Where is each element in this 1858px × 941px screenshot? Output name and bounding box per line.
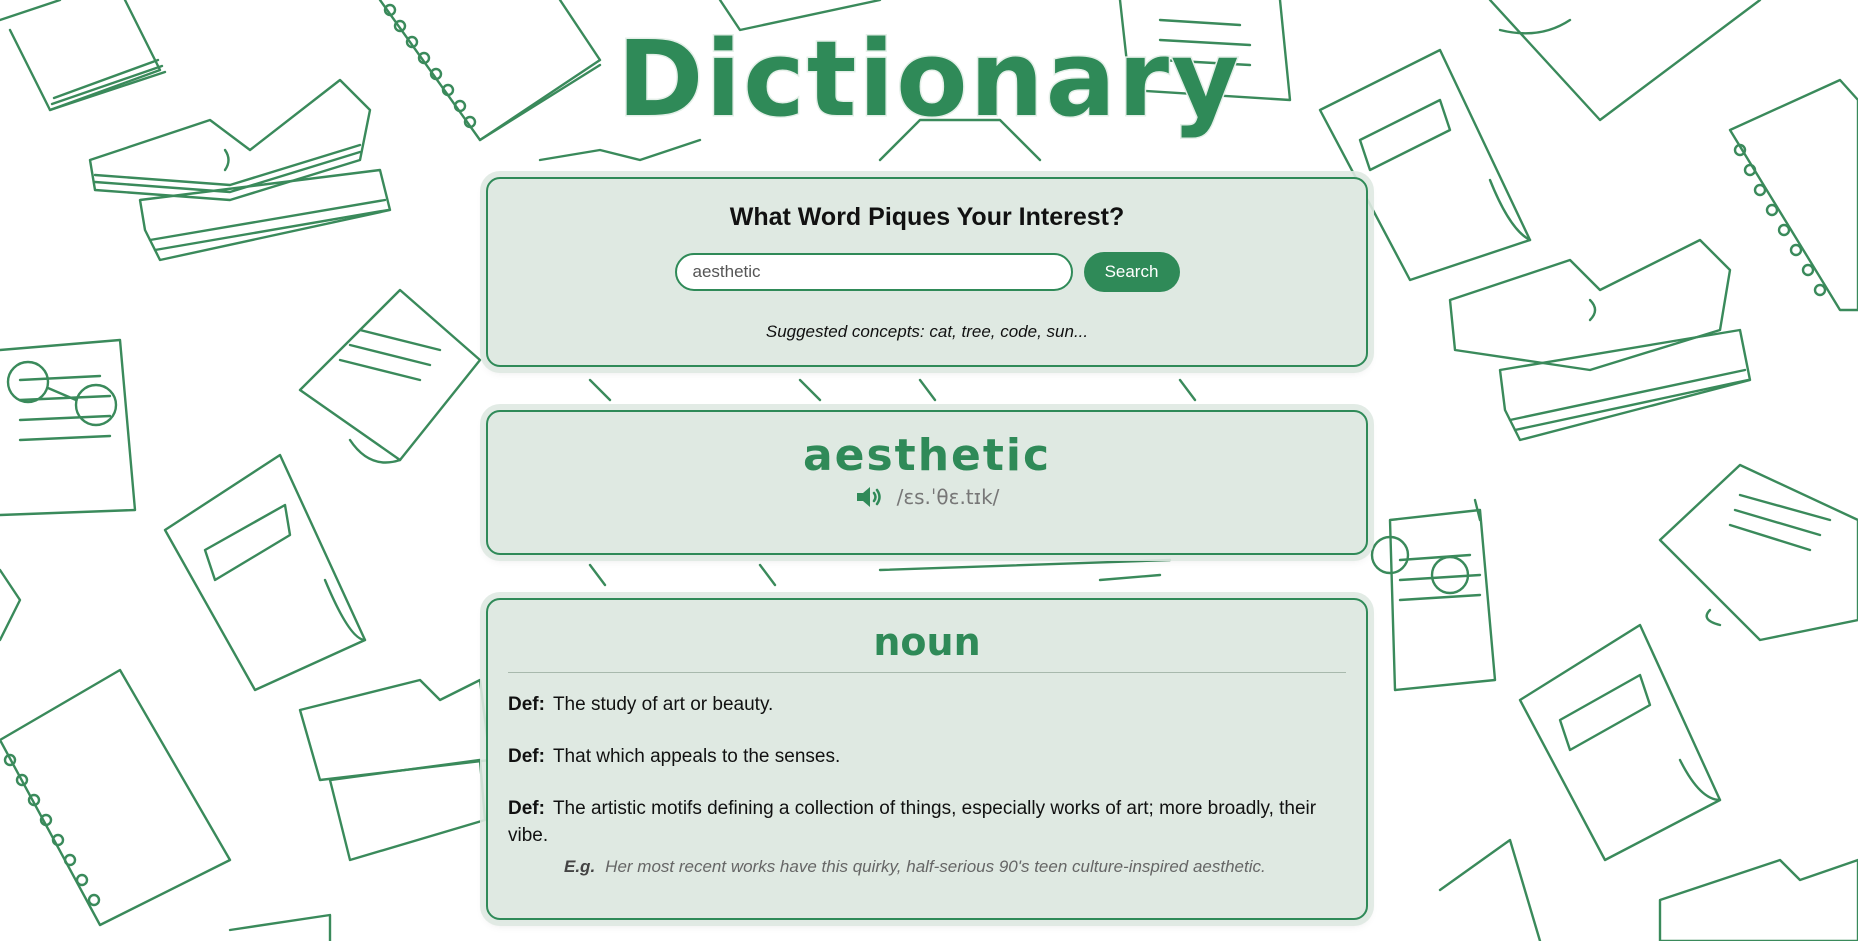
example-sentence: E.g. Her most recent works have this quir… [564, 853, 1346, 880]
definition-text: That which appeals to the senses. [552, 746, 841, 767]
search-panel: What Word Piques Your Interest? Search S… [486, 177, 1368, 367]
definition-text: The artistic motifs defining a collectio… [508, 798, 1317, 846]
speaker-volume-icon[interactable] [855, 485, 885, 509]
glasses-paper-doodle [0, 338, 137, 517]
divider [508, 672, 1346, 673]
def-label: Def: [508, 798, 545, 819]
search-row: Search [488, 252, 1366, 292]
search-button[interactable]: Search [1083, 252, 1180, 292]
definition-item: Def: The artistic motifs defining a colle… [508, 795, 1346, 880]
example-text: Her most recent works have this quirky, … [605, 857, 1266, 876]
book-stack-right-doodle [1448, 238, 1752, 442]
spiral-notebook-bottom-left-doodle [0, 668, 232, 927]
definition-list: Def: The study of art or beauty. Def: That… [508, 691, 1346, 880]
notebook-right-lower-doodle [1518, 623, 1722, 862]
notebook-left-middle-doodle [163, 453, 367, 692]
app-title: Dictionary [616, 18, 1241, 140]
suggested-concepts: Suggested concepts: cat, tree, code, sun… [765, 322, 1089, 341]
example-label: E.g. [564, 857, 596, 876]
def-label: Def: [508, 694, 545, 715]
book-bottom-right-doodle [1438, 838, 1858, 941]
paper-doodle [298, 288, 482, 464]
part-of-speech: noun [873, 620, 981, 664]
definition-text: The study of art or beauty. [552, 694, 774, 715]
dictionary-page: Dictionary What Word Piques Your Interes… [0, 0, 1858, 941]
search-input[interactable] [674, 253, 1073, 291]
definition-item: Def: That which appeals to the senses. [508, 743, 1346, 770]
word-panel: aesthetic /ɛs.ˈθɛ.tɪk/ [486, 410, 1368, 555]
definition-panel: noun Def: The study of art or beauty. Def… [486, 598, 1368, 920]
def-label: Def: [508, 746, 545, 767]
definition-item: Def: The study of art or beauty. [508, 691, 1346, 718]
search-heading: What Word Piques Your Interest? [729, 203, 1125, 231]
phonetic-text: /ɛs.ˈθɛ.tɪk/ [896, 485, 1000, 509]
book-stack-bottom-left-doodle [0, 568, 492, 862]
paper-right-doodle [1658, 463, 1858, 642]
pronunciation-row: /ɛs.ˈθɛ.tɪk/ [488, 485, 1366, 509]
glasses-paper-right-doodle [1370, 498, 1497, 692]
word-heading: aesthetic [802, 430, 1052, 481]
